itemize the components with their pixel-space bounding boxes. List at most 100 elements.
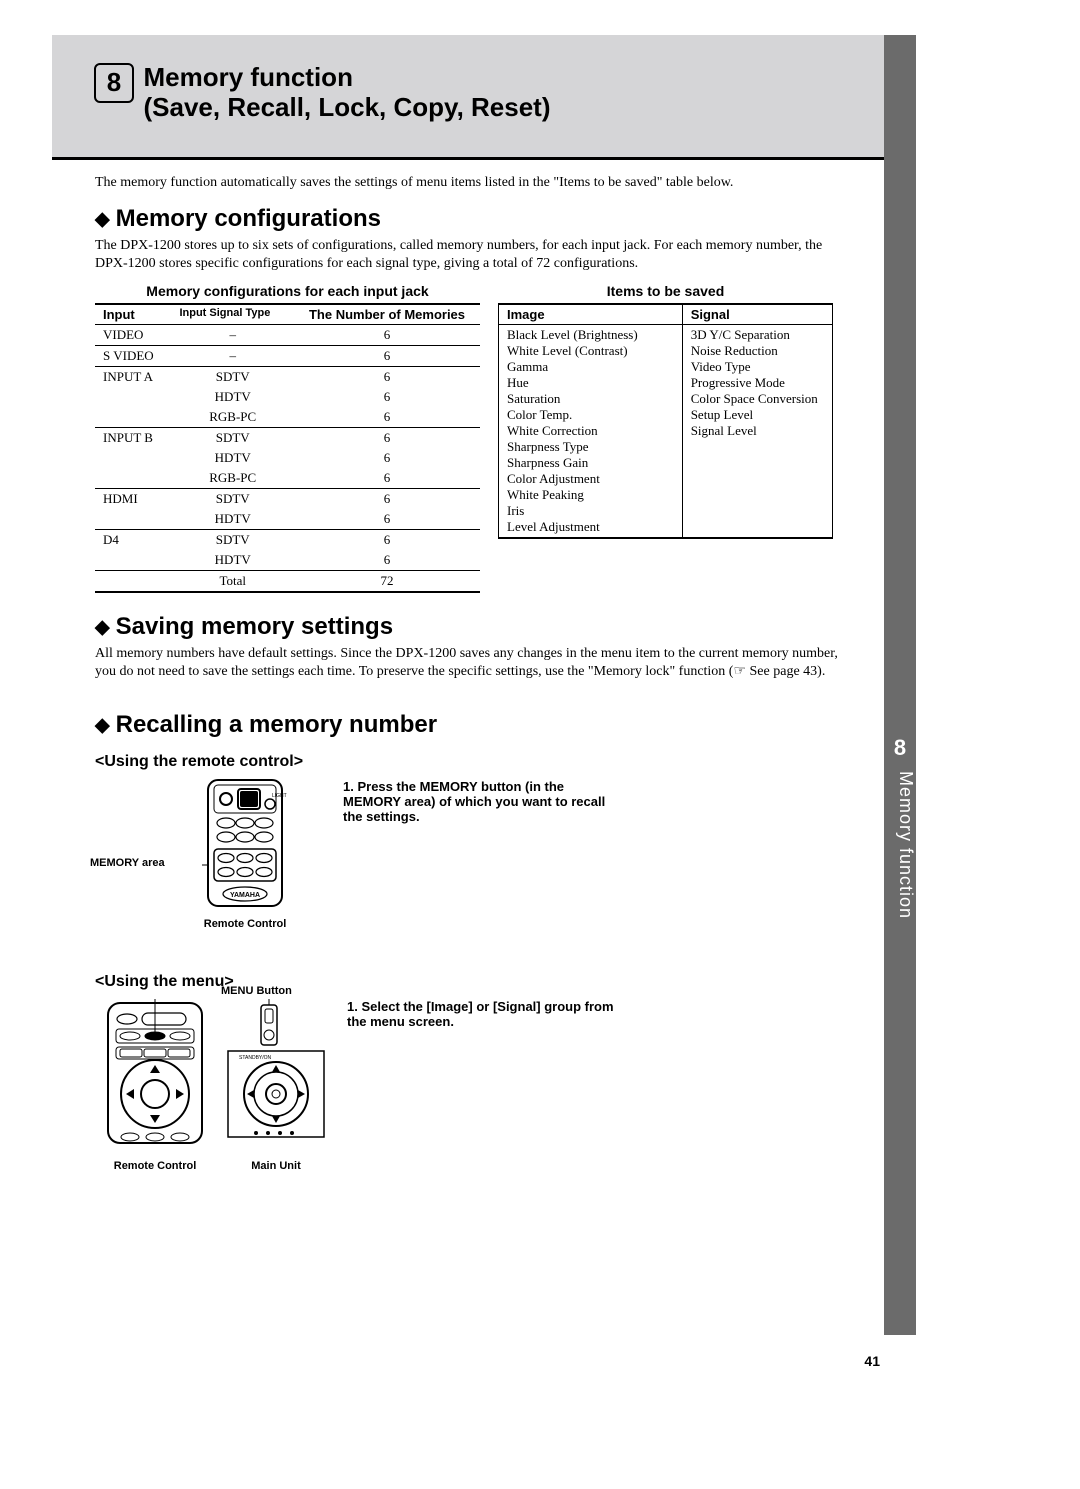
light-label: LIGHT — [272, 793, 287, 799]
cell: HDTV — [171, 550, 294, 571]
col-signal: Signal — [682, 304, 832, 325]
table-total-row: Total72 — [95, 570, 480, 592]
section-heading-recall-text: Recalling a memory number — [116, 711, 437, 738]
page-number: 41 — [864, 1353, 880, 1369]
menu-remote-illustration: Remote Control — [95, 999, 215, 1172]
table-row: S VIDEO–6 — [95, 345, 480, 366]
table-row: HDTV6 — [95, 387, 480, 407]
remote-icon: LIGHT — [202, 779, 288, 912]
section-heading-saving: ◆ Saving memory settings — [95, 613, 845, 641]
chapter-title: Memory function (Save, Recall, Lock, Cop… — [144, 63, 551, 123]
svg-text:YAMAHA: YAMAHA — [230, 892, 260, 899]
memcfg-table: Input Input Signal Type The Number of Me… — [95, 303, 480, 593]
memory-area-label: MEMORY area — [90, 857, 165, 869]
section-heading-memcfg: ◆ Memory configurations — [95, 205, 845, 233]
col-signal-type: Input Signal Type — [171, 304, 294, 325]
chapter-number-box: 8 — [94, 63, 134, 103]
diamond-icon: ◆ — [95, 715, 110, 736]
diamond-icon: ◆ — [95, 209, 110, 230]
col-num-memories: The Number of Memories — [294, 304, 480, 325]
col-input: Input — [95, 304, 171, 325]
remote-caption: Remote Control — [165, 918, 325, 930]
cell: 6 — [294, 488, 480, 509]
cell: SDTV — [171, 427, 294, 448]
cell: RGB-PC — [171, 468, 294, 489]
cell — [95, 407, 171, 428]
menu-step-1: 1. Select the [Image] or [Signal] group … — [347, 999, 627, 1029]
items-signal-cell: 3D Y/C SeparationNoise ReductionVideo Ty… — [682, 324, 832, 538]
side-tab: 8 Memory function — [884, 35, 916, 1335]
intro-text: The memory function automatically saves … — [95, 175, 845, 191]
cell: INPUT A — [95, 366, 171, 387]
sub-heading-menu: <Using the menu> — [95, 973, 845, 991]
saving-body: All memory numbers have default settings… — [95, 645, 845, 681]
cell: D4 — [95, 529, 171, 550]
cell: 6 — [294, 448, 480, 468]
main-unit-icon: STANDBY/ON — [221, 999, 331, 1154]
items-image-cell: Black Level (Brightness)White Level (Con… — [499, 324, 683, 538]
diamond-icon: ◆ — [95, 617, 110, 638]
chapter-header: 8 Memory function (Save, Recall, Lock, C… — [52, 35, 884, 160]
cell: S VIDEO — [95, 345, 171, 366]
menu-button-label: MENU Button — [221, 985, 292, 997]
remote-caption-2: Remote Control — [95, 1160, 215, 1172]
cell: 6 — [294, 427, 480, 448]
items-table-wrap: Items to be saved Image Signal Black Lev… — [498, 283, 833, 593]
remote-icon — [95, 999, 215, 1154]
table-row: INPUT ASDTV6 — [95, 366, 480, 387]
items-table-title: Items to be saved — [498, 283, 833, 299]
cell: HDTV — [171, 509, 294, 530]
step-number: 1. — [343, 779, 354, 794]
chapter-title-line2: (Save, Recall, Lock, Copy, Reset) — [144, 92, 551, 122]
cell — [95, 509, 171, 530]
cell: HDMI — [95, 488, 171, 509]
cell: 6 — [294, 345, 480, 366]
table-row: D4SDTV6 — [95, 529, 480, 550]
cell: SDTV — [171, 488, 294, 509]
cell: 6 — [294, 407, 480, 428]
cell: 6 — [294, 366, 480, 387]
cell — [95, 448, 171, 468]
col-image: Image — [499, 304, 683, 325]
cell: SDTV — [171, 529, 294, 550]
cell: 6 — [294, 550, 480, 571]
step-number: 1. — [347, 999, 358, 1014]
table-row: HDTV6 — [95, 509, 480, 530]
items-table: Image Signal Black Level (Brightness)Whi… — [498, 303, 833, 539]
remote-illustration-block: MEMORY area LIGHT — [95, 779, 325, 949]
table-row: RGB-PC6 — [95, 407, 480, 428]
cell: 6 — [294, 529, 480, 550]
side-tab-number: 8 — [884, 735, 916, 761]
chapter-title-line1: Memory function — [144, 62, 353, 92]
table-row: VIDEO–6 — [95, 324, 480, 345]
cell: HDTV — [171, 448, 294, 468]
cell — [95, 387, 171, 407]
side-tab-label: Memory function — [884, 765, 916, 919]
cell: 6 — [294, 468, 480, 489]
main-unit-caption: Main Unit — [221, 1160, 331, 1172]
cell: VIDEO — [95, 324, 171, 345]
cell: 6 — [294, 509, 480, 530]
cell: 6 — [294, 324, 480, 345]
cell: SDTV — [171, 366, 294, 387]
table-row: INPUT BSDTV6 — [95, 427, 480, 448]
cell: HDTV — [171, 387, 294, 407]
remote-step-1: 1. Press the MEMORY button (in the MEMOR… — [343, 779, 623, 824]
memcfg-body: The DPX-1200 stores up to six sets of co… — [95, 237, 845, 273]
page: 8 Memory function 8 Memory function (Sav… — [0, 0, 1080, 1489]
main-unit-illustration: MENU Button — [221, 999, 331, 1172]
section-heading-memcfg-text: Memory configurations — [116, 205, 381, 232]
sub-heading-remote: <Using the remote control> — [95, 753, 845, 771]
section-heading-recall: ◆ Recalling a memory number — [95, 711, 845, 739]
content-area: The memory function automatically saves … — [95, 175, 845, 1172]
table-row: HDTV6 — [95, 550, 480, 571]
cell: RGB-PC — [171, 407, 294, 428]
memcfg-table-title: Memory configurations for each input jac… — [95, 283, 480, 299]
cell: INPUT B — [95, 427, 171, 448]
table-row: HDTV6 — [95, 448, 480, 468]
remote-step-1-text: Press the MEMORY button (in the MEMORY a… — [343, 779, 605, 824]
cell: – — [171, 324, 294, 345]
section-heading-saving-text: Saving memory settings — [116, 613, 393, 640]
menu-step-1-text: Select the [Image] or [Signal] group fro… — [347, 999, 614, 1029]
memcfg-table-wrap: Memory configurations for each input jac… — [95, 283, 480, 593]
